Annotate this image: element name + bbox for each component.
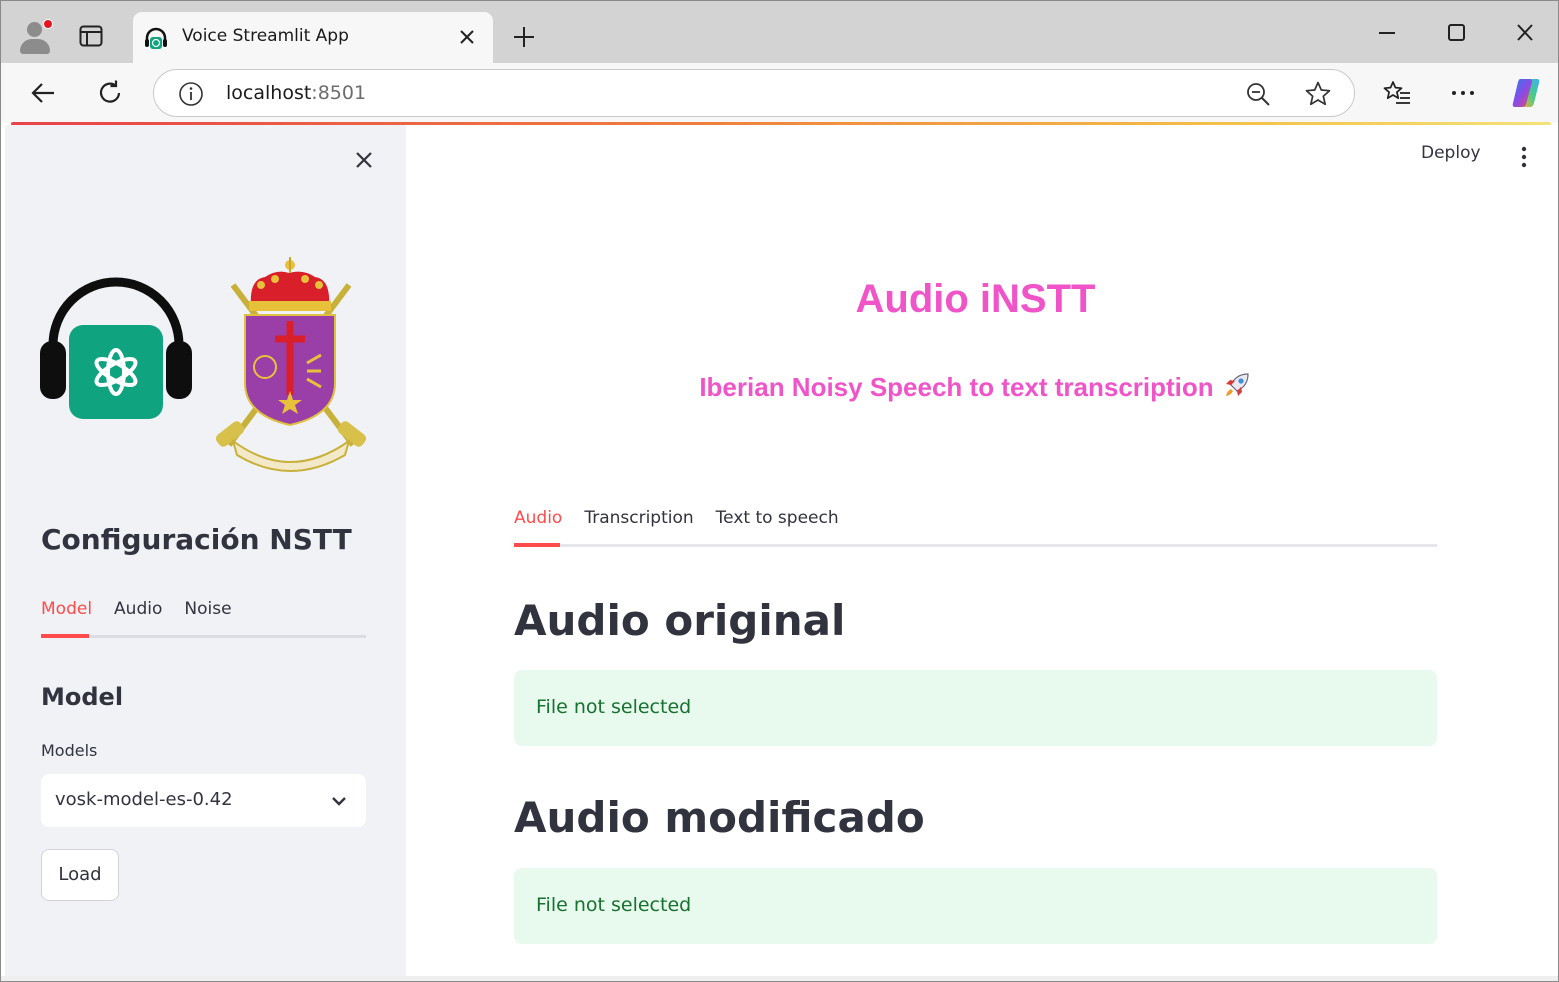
sidebar-tab-indicator [41,634,89,638]
new-tab-icon[interactable] [512,25,536,49]
sidebar-title: Configuración NSTT [41,523,352,556]
browser-tab[interactable]: Voice Streamlit App [133,12,493,63]
tab-strip: Voice Streamlit App [1,1,1558,63]
main-content [406,125,1554,977]
audio-modificado-status: File not selected [514,868,1437,944]
tab-text-to-speech[interactable]: Text to speech [716,508,839,542]
headphones-favicon [145,27,167,49]
tab-title: Voice Streamlit App [182,26,349,46]
audio-modificado-heading: Audio modificado [514,793,925,842]
models-label: Models [41,741,98,760]
crest-logo [215,257,367,472]
back-icon[interactable] [29,79,57,107]
deploy-button[interactable]: Deploy [1421,143,1481,163]
load-button[interactable]: Load [41,849,119,901]
chevron-down-icon[interactable] [329,791,349,811]
app-subtitle: Iberian Noisy Speech to text transcripti… [514,370,1437,403]
tab-model[interactable]: Model [41,599,92,633]
main-tabs: Audio Transcription Text to speech [514,508,839,542]
models-select-value: vosk-model-es-0.42 [55,789,233,810]
headphones-logo [40,277,192,419]
app-title: Audio iNSTT [855,277,1096,321]
zoom-out-icon[interactable] [1244,80,1272,108]
profile-icon[interactable] [15,16,55,56]
status-text: File not selected [536,696,692,718]
maximize-icon[interactable] [1441,19,1471,47]
copilot-icon[interactable] [1509,76,1543,110]
audio-original-heading: Audio original [514,596,846,645]
main-tab-indicator [514,543,560,547]
tab-transcription[interactable]: Transcription [584,508,693,542]
window-close-icon[interactable] [1510,19,1540,47]
info-icon[interactable] [178,81,204,107]
model-heading: Model [41,683,124,711]
status-text: File not selected [536,894,692,916]
window-bottom-edge [1,976,1558,981]
minimize-icon[interactable] [1372,19,1402,47]
browser-window: Voice Streamlit App localhost:8501 Confi… [0,0,1559,982]
rocket-icon [1225,373,1249,396]
audio-original-status: File not selected [514,670,1437,746]
close-icon[interactable] [458,28,476,46]
sidebar-close-icon[interactable] [353,149,375,171]
tab-audio-main[interactable]: Audio [514,508,562,542]
refresh-icon[interactable] [96,79,124,107]
address-bar[interactable]: localhost:8501 [153,69,1355,117]
browser-toolbar: localhost:8501 [1,63,1558,123]
kebab-menu-icon[interactable] [1514,145,1534,169]
tab-actions-icon[interactable] [79,25,103,47]
tab-noise[interactable]: Noise [184,599,231,633]
main-tabs-divider [514,544,1437,547]
url-text: localhost:8501 [226,82,367,104]
sidebar-tabs: Model Audio Noise [41,599,232,633]
models-select[interactable]: vosk-model-es-0.42 [41,774,366,827]
tab-audio[interactable]: Audio [114,599,162,633]
more-icon[interactable] [1449,79,1477,107]
star-icon[interactable] [1304,80,1332,108]
favorites-icon[interactable] [1383,79,1411,107]
sidebar-tabs-divider [41,635,366,638]
